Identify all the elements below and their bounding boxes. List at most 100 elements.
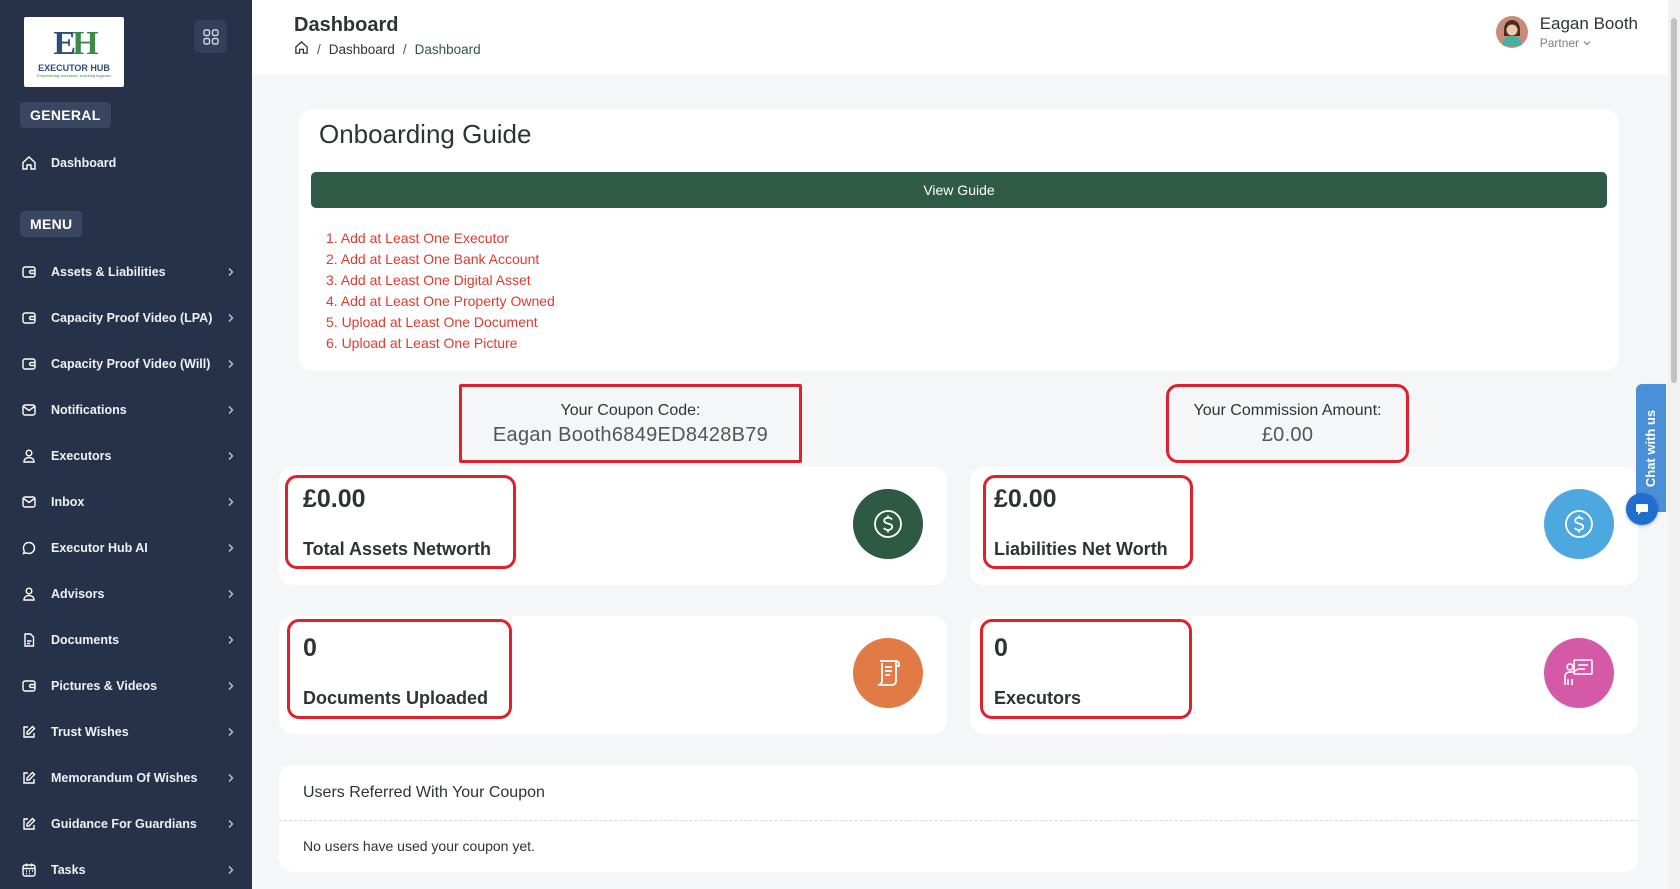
logo-tagline: Empowering executors, ensuring legacies [36,72,112,78]
referred-title: Users Referred With Your Coupon [303,784,545,801]
home-icon[interactable] [294,40,309,58]
stat-label: Documents Uploaded [303,688,489,708]
chevron-right-icon [226,635,236,645]
stat-label: Executors [994,688,1082,708]
documents-uploaded-card[interactable]: 0 Documents Uploaded [279,616,947,734]
dollar-icon [853,489,923,559]
divider [279,820,1638,821]
sidebar-item-label: Notifications [51,403,127,417]
mail-icon [20,401,38,419]
sidebar-item-trust-wishes[interactable]: Trust Wishes [20,717,236,747]
chevron-right-icon [226,865,236,875]
stat-value: 0 [994,634,1008,662]
user-icon [20,447,38,465]
sidebar-item-label: Executor Hub AI [51,541,148,555]
sidebar-item-label: Documents [51,633,120,647]
sidebar-item-capacity-proof-video-lpa[interactable]: Capacity Proof Video (LPA) [20,303,236,333]
wallet-icon [20,309,38,327]
sidebar-item-tasks[interactable]: Tasks [20,855,236,885]
sidebar-item-executor-hub-ai[interactable]: Executor Hub AI [20,533,236,563]
chevron-right-icon [226,819,236,829]
executors-card[interactable]: 0 Executors [970,616,1638,734]
chevron-right-icon [226,681,236,691]
document-icon [20,631,38,649]
chat-bubble-button[interactable] [1626,493,1658,525]
stat-label: Total Assets Networth [303,539,492,559]
coupon-code-box: Your Coupon Code: Eagan Booth6849ED8428B… [459,384,802,463]
referred-users-card: Users Referred With Your Coupon No users… [279,765,1638,872]
chevron-right-icon [226,405,236,415]
sidebar-item-documents[interactable]: Documents [20,625,236,655]
chat-tab-label: Chat with us [1643,409,1659,487]
sidebar-toggle-button[interactable] [194,20,227,53]
breadcrumb: / Dashboard / Dashboard [294,40,481,58]
home-icon [20,154,38,172]
user-name: Eagan Booth [1539,14,1638,33]
onboarding-step[interactable]: 2. Add at Least One Bank Account [326,249,555,270]
user-menu[interactable]: Eagan Booth Partner [1495,14,1638,50]
calendar-icon [20,861,38,879]
liabilities-card[interactable]: £0.00 Liabilities Net Worth [970,467,1638,585]
page-title: Dashboard [294,14,399,36]
general-section-label: GENERAL [20,102,111,128]
onboarding-step[interactable]: 1. Add at Least One Executor [326,228,555,249]
stat-label: Liabilities Net Worth [994,539,1168,559]
stat-value: 0 [303,634,317,662]
wallet-icon [20,263,38,281]
view-guide-button[interactable]: View Guide [311,172,1607,208]
edit-icon [20,815,38,833]
sidebar-item-assets-liabilities[interactable]: Assets & Liabilities [20,257,236,287]
wallet-icon [20,677,38,695]
wallet-icon [20,355,38,373]
onboarding-step[interactable]: 6. Upload at Least One Picture [326,333,555,354]
coupon-label: Your Coupon Code: [560,402,701,419]
chevron-right-icon [226,313,236,323]
scrollbar-thumb[interactable] [1671,18,1677,383]
sidebar: EH EXECUTOR HUB Empowering executors, en… [0,0,252,889]
sidebar-item-label: Capacity Proof Video (Will) [51,357,211,371]
user-icon [20,585,38,603]
onboarding-step[interactable]: 4. Add at Least One Property Owned [326,291,555,312]
sidebar-item-label: Advisors [51,587,105,601]
chevron-right-icon [226,451,236,461]
chevron-right-icon [226,359,236,369]
total-assets-card[interactable]: £0.00 Total Assets Networth [279,467,947,585]
chevron-right-icon [226,727,236,737]
edit-icon [20,723,38,741]
sidebar-item-label: Memorandum Of Wishes [51,771,198,785]
onboarding-step[interactable]: 3. Add at Least One Digital Asset [326,270,555,291]
onboarding-guide-card: Onboarding Guide View Guide 1. Add at Le… [299,109,1619,371]
executor-hub-logo[interactable]: EH EXECUTOR HUB Empowering executors, en… [24,17,124,87]
top-header: Dashboard / Dashboard / Dashboard Eagan … [252,0,1668,74]
logo-name: EXECUTOR HUB [38,62,110,73]
breadcrumb-current: Dashboard [414,41,481,57]
onboarding-step[interactable]: 5. Upload at Least One Document [326,312,555,333]
chevron-right-icon [226,543,236,553]
sidebar-item-guidance-for-guardians[interactable]: Guidance For Guardians [20,809,236,839]
breadcrumb-link-dashboard[interactable]: Dashboard [329,42,395,57]
commission-value: £0.00 [1261,424,1314,446]
logo-mark: EH [53,24,98,62]
commission-label: Your Commission Amount: [1193,402,1382,419]
sidebar-item-dashboard[interactable]: Dashboard [20,148,236,178]
sidebar-item-notifications[interactable]: Notifications [20,395,236,425]
avatar [1495,16,1528,48]
sidebar-item-label: Capacity Proof Video (LPA) [51,311,213,325]
page-scrollbar[interactable] [1668,0,1680,889]
commission-amount-box: Your Commission Amount: £0.00 [1166,384,1409,463]
sidebar-item-label: Trust Wishes [51,725,129,739]
sidebar-item-pictures-videos[interactable]: Pictures & Videos [20,671,236,701]
sidebar-item-label: Pictures & Videos [51,679,158,693]
grid-icon [202,28,219,45]
sidebar-item-capacity-proof-video-will[interactable]: Capacity Proof Video (Will) [20,349,236,379]
sidebar-item-label: Dashboard [51,156,117,170]
sidebar-item-executors[interactable]: Executors [20,441,236,471]
sidebar-item-memorandum-of-wishes[interactable]: Memorandum Of Wishes [20,763,236,793]
user-role: Partner [1540,36,1638,50]
coupon-value[interactable]: Eagan Booth6849ED8428B79 [462,424,799,447]
sidebar-item-label: Guidance For Guardians [51,817,197,831]
chevron-right-icon [226,497,236,507]
sidebar-item-advisors[interactable]: Advisors [20,579,236,609]
sidebar-item-inbox[interactable]: Inbox [20,487,236,517]
chevron-right-icon [226,589,236,599]
